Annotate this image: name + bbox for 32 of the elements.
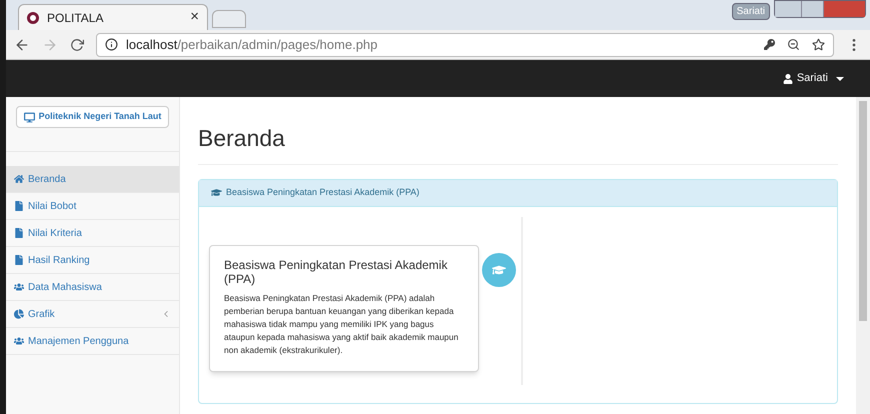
reload-icon[interactable] — [70, 38, 84, 52]
home-icon — [14, 174, 24, 184]
page-title: Beranda — [198, 121, 838, 164]
window-controls[interactable] — [774, 0, 866, 18]
tab-title: POLITALA — [47, 10, 104, 26]
scrollbar-thumb[interactable] — [859, 101, 867, 321]
address-bar[interactable]: localhost/perbaikan/admin/pages/home.php — [96, 32, 834, 56]
back-icon[interactable] — [14, 36, 30, 52]
profile-button[interactable]: Sariati — [732, 3, 770, 20]
key-icon[interactable] — [764, 39, 775, 50]
users-icon — [14, 336, 24, 346]
file-icon — [14, 228, 24, 238]
users-icon — [14, 282, 24, 292]
file-icon — [14, 201, 24, 211]
monitor-icon — [24, 112, 35, 122]
graduation-cap-icon — [211, 187, 222, 198]
user-icon — [782, 74, 793, 84]
brand-button[interactable]: Politeknik Negeri Tanah Laut — [16, 106, 169, 128]
sidebar-item[interactable]: Beranda — [6, 166, 179, 193]
file-icon — [14, 255, 24, 265]
panel-heading: Beasiswa Peningkatan Prestasi Akademik (PPA) — [226, 186, 420, 199]
url-text: localhost/perbaikan/admin/pages/home.php — [126, 36, 378, 54]
close-icon[interactable]: × — [190, 6, 199, 29]
bookmark-star-icon[interactable] — [812, 38, 825, 51]
zoom-icon[interactable] — [787, 38, 800, 51]
site-logo-icon — [27, 12, 39, 24]
pie-chart-icon — [14, 309, 24, 319]
info-icon[interactable] — [105, 38, 118, 51]
card-title: Beasiswa Peningkatan Prestasi Akademik (PPA) — [224, 258, 448, 286]
card-text: Beasiswa Peningkatan Prestasi Akademik (PPA) adalah pemberian berupa bantuan keuangan yang diberikan kepada mahasiswa tidak mampu yang memiliki IPK yang bagus ataupun kepada mahasiswa yang aktif baik akademik maupun non akademik (ekstrakurikuler). — [224, 292, 460, 356]
browser-tab[interactable]: POLITALA × — [18, 4, 208, 30]
user-menu[interactable]: Sariati — [782, 70, 844, 87]
